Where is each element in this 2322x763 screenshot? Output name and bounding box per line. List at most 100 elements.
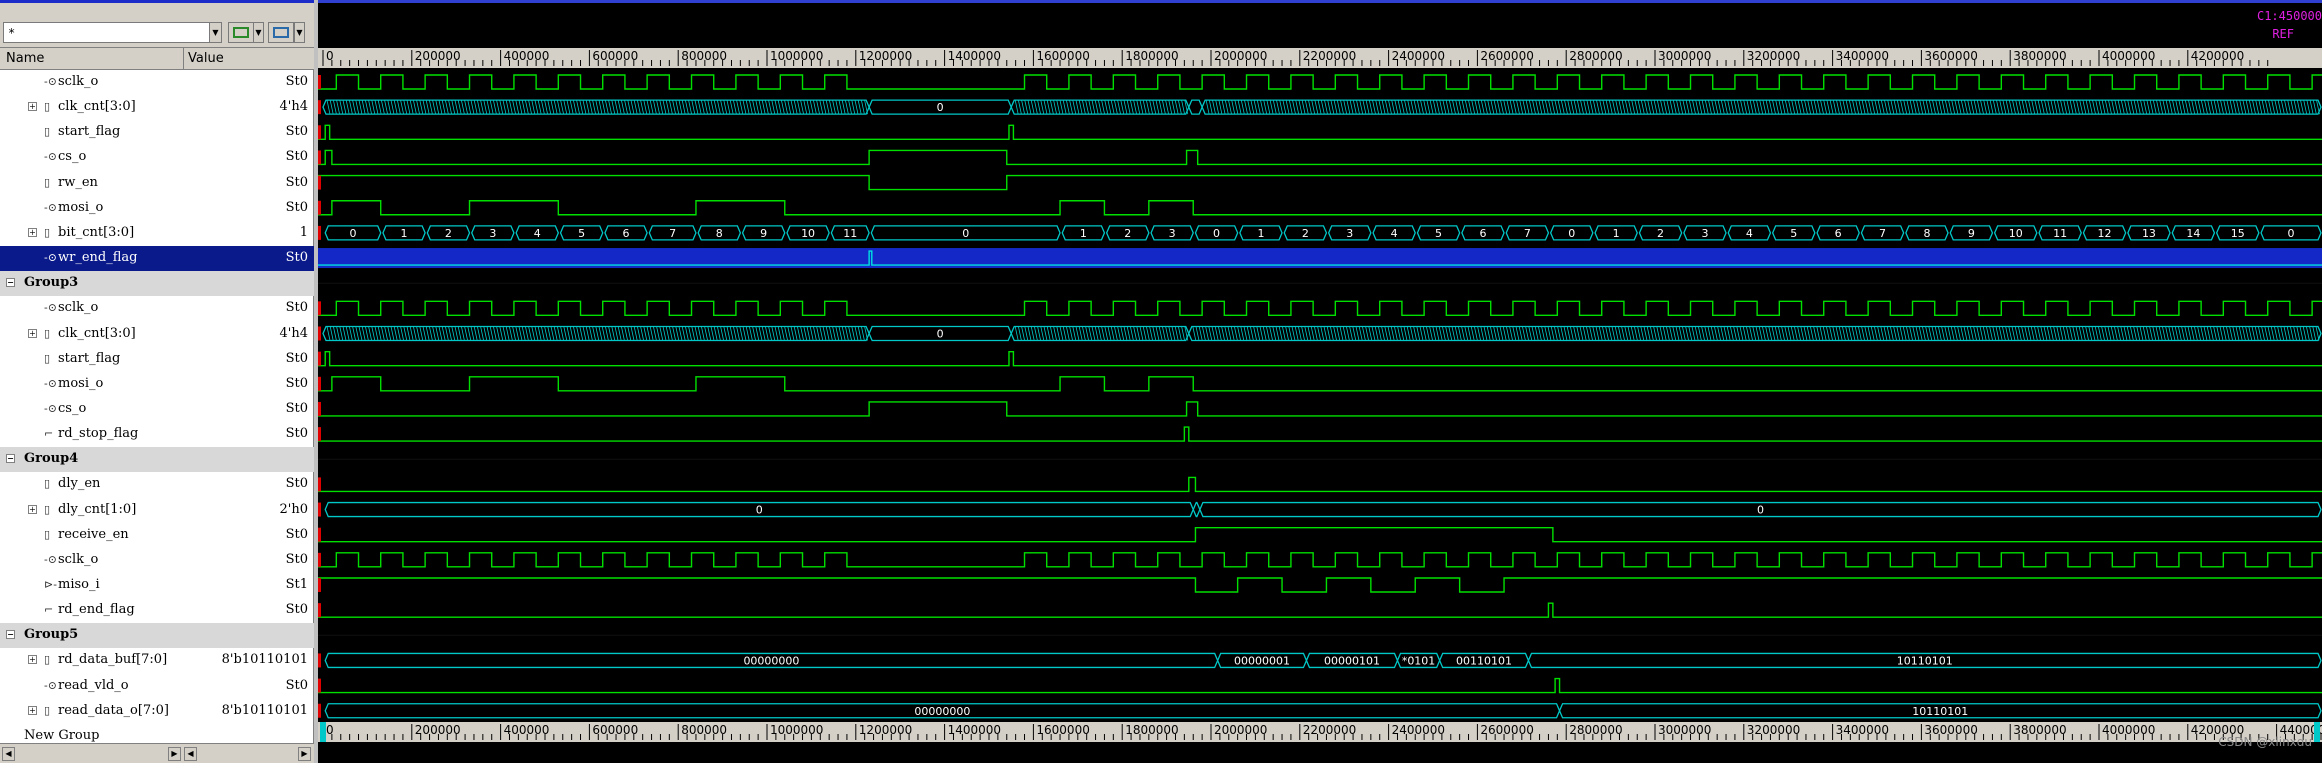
layout-dropdown-icon[interactable]: ▼ — [294, 22, 305, 43]
bus-dense-mark — [473, 100, 478, 115]
signal-row[interactable]: + ▯ read_data_o[7:0] 8'b10110101 — [0, 699, 314, 724]
bus-dense-mark — [1522, 326, 1526, 341]
signal-waveform — [318, 200, 2322, 216]
bus-dense-mark — [809, 100, 814, 115]
scroll-left-icon-2[interactable]: ◀ — [184, 747, 197, 761]
expand-icon[interactable]: + — [28, 102, 37, 112]
bus-dense-mark — [435, 100, 440, 115]
signal-row[interactable]: + ▯ dly_cnt[1:0] 2'h0 — [0, 498, 314, 523]
group-row[interactable]: − Group5 — [0, 623, 314, 649]
bus-dense-mark — [1330, 100, 1335, 115]
bus-dense-mark — [2094, 326, 2099, 341]
bus-dense-mark — [1845, 100, 1850, 115]
scroll-left-icon[interactable]: ◀ — [2, 747, 15, 761]
bus-dense-mark — [2146, 100, 2151, 115]
signal-row[interactable]: -⊙ read_vld_o St0 — [0, 674, 314, 699]
bus-value-label: 13 — [2142, 227, 2156, 240]
layout-button[interactable] — [268, 22, 294, 43]
signal-row[interactable]: + ▯ clk_cnt[3:0] 4'h4 — [0, 322, 314, 347]
ruler-label: 2800000 — [1569, 49, 1622, 63]
bus-value-label: 4 — [1391, 227, 1398, 240]
signal-row[interactable]: ▯ dly_en St0 — [0, 472, 314, 497]
bus-dense-mark — [1852, 100, 1856, 115]
horizontal-scrollbar[interactable]: ◀ ▶ ◀ ▶ — [0, 743, 314, 763]
expand-icon[interactable]: + — [28, 328, 37, 338]
signal-row[interactable]: + ▯ clk_cnt[3:0] 4'h4 — [0, 95, 314, 120]
expand-icon[interactable]: + — [28, 655, 37, 665]
signal-row[interactable]: -⊙ mosi_o St0 — [0, 372, 314, 397]
expand-icon[interactable]: + — [28, 504, 37, 514]
bus-dense-mark — [1436, 100, 1440, 115]
grid-dropdown-icon[interactable]: ▼ — [253, 22, 264, 43]
bus-dense-mark — [605, 100, 609, 115]
bus-dense-mark — [1560, 100, 1565, 115]
column-divider[interactable] — [183, 48, 184, 70]
signal-row[interactable]: -⊙ wr_end_flag St0 — [0, 246, 314, 272]
bus-dense-mark — [547, 326, 552, 341]
bus-dense-mark — [704, 326, 708, 341]
signal-row[interactable]: ▯ rw_en St0 — [0, 171, 314, 196]
grid-view-button[interactable] — [228, 22, 254, 43]
bus-dense-mark — [797, 100, 801, 115]
signal-row[interactable]: -⊙ sclk_o St0 — [0, 70, 314, 95]
group-row[interactable]: − Group4 — [0, 447, 314, 473]
scroll-right-icon[interactable]: ▶ — [168, 747, 181, 761]
signal-row[interactable]: + ▯ bit_cnt[3:0] 1 — [0, 221, 314, 246]
bus-dense-mark — [1487, 100, 1492, 115]
bus-dense-mark — [1146, 100, 1150, 115]
value-column-header[interactable]: Value — [188, 51, 224, 66]
bus-dense-mark — [1756, 100, 1760, 115]
bus-dense-mark — [1506, 100, 1511, 115]
signal-row[interactable]: -⊙ sclk_o St0 — [0, 548, 314, 573]
signal-row[interactable]: -⊙ cs_o St0 — [0, 145, 314, 170]
group-row[interactable]: − Group3 — [0, 271, 314, 297]
signal-row[interactable]: -⊙ cs_o St0 — [0, 397, 314, 422]
bus-dense-mark — [1333, 326, 1337, 341]
search-input[interactable] — [3, 22, 221, 43]
expand-icon[interactable]: + — [28, 227, 37, 237]
bus-dense-mark — [1890, 326, 1894, 341]
signal-row[interactable]: ⌐ rd_end_flag St0 — [0, 598, 314, 623]
signal-row[interactable]: -⊙ sclk_o St0 — [0, 296, 314, 321]
bus-dense-mark — [665, 100, 670, 115]
bus-dense-mark — [2123, 326, 2128, 341]
signal-row[interactable]: + ▯ rd_data_buf[7:0] 8'b10110101 — [0, 648, 314, 673]
bus-dense-mark — [2287, 100, 2292, 115]
ruler-label: 1400000 — [948, 723, 1001, 737]
ruler-label: 4000000 — [2102, 49, 2155, 63]
signal-row[interactable]: ▯ start_flag St0 — [0, 347, 314, 372]
signal-row[interactable]: ▯ receive_en St0 — [0, 523, 314, 548]
collapse-icon[interactable]: − — [6, 630, 15, 640]
scroll-right-icon-2[interactable]: ▶ — [298, 747, 311, 761]
bus-dense-mark — [349, 100, 353, 115]
signal-row[interactable]: ⊳- miso_i St1 — [0, 573, 314, 598]
bus-dense-mark — [2261, 100, 2266, 115]
expand-icon[interactable]: + — [28, 705, 37, 715]
signal-row[interactable]: ⌐ rd_stop_flag St0 — [0, 422, 314, 447]
name-column-header[interactable]: Name — [6, 51, 44, 66]
bus-dense-mark — [2101, 100, 2106, 115]
search-dropdown-icon[interactable]: ▼ — [209, 22, 222, 43]
bus-dense-mark — [659, 326, 664, 341]
bus-dense-mark — [1573, 100, 1578, 115]
bus-dense-mark — [1275, 326, 1280, 341]
collapse-icon[interactable]: − — [6, 454, 15, 464]
bus-dense-mark — [1887, 100, 1892, 115]
bus-dense-mark — [1439, 100, 1444, 115]
bus-dense-mark — [1691, 326, 1696, 341]
signal-row[interactable]: ▯ start_flag St0 — [0, 120, 314, 145]
waveform-canvas[interactable]: 0 200000 400000 600000 800000 1000000 1200000 1… — [318, 0, 2322, 763]
bus-dense-mark — [329, 100, 334, 115]
signal-row[interactable]: -⊙ mosi_o St0 — [0, 196, 314, 221]
bus-dense-mark — [800, 100, 804, 115]
bus-dense-mark — [1701, 100, 1706, 115]
signal-waveform — [318, 476, 2322, 493]
bus-dense-mark — [2254, 326, 2259, 341]
waveform-pane[interactable]: C1:450000 REF 0 200000 400000 600000 800000 1… — [318, 0, 2322, 763]
bus-dense-mark — [1628, 100, 1632, 115]
collapse-icon[interactable]: − — [6, 278, 15, 288]
bus-dense-mark — [662, 326, 667, 341]
bus-dense-mark — [1397, 326, 1401, 341]
bus-value-label: 00000000 — [914, 705, 970, 718]
bus-dense-mark — [1870, 326, 1875, 341]
